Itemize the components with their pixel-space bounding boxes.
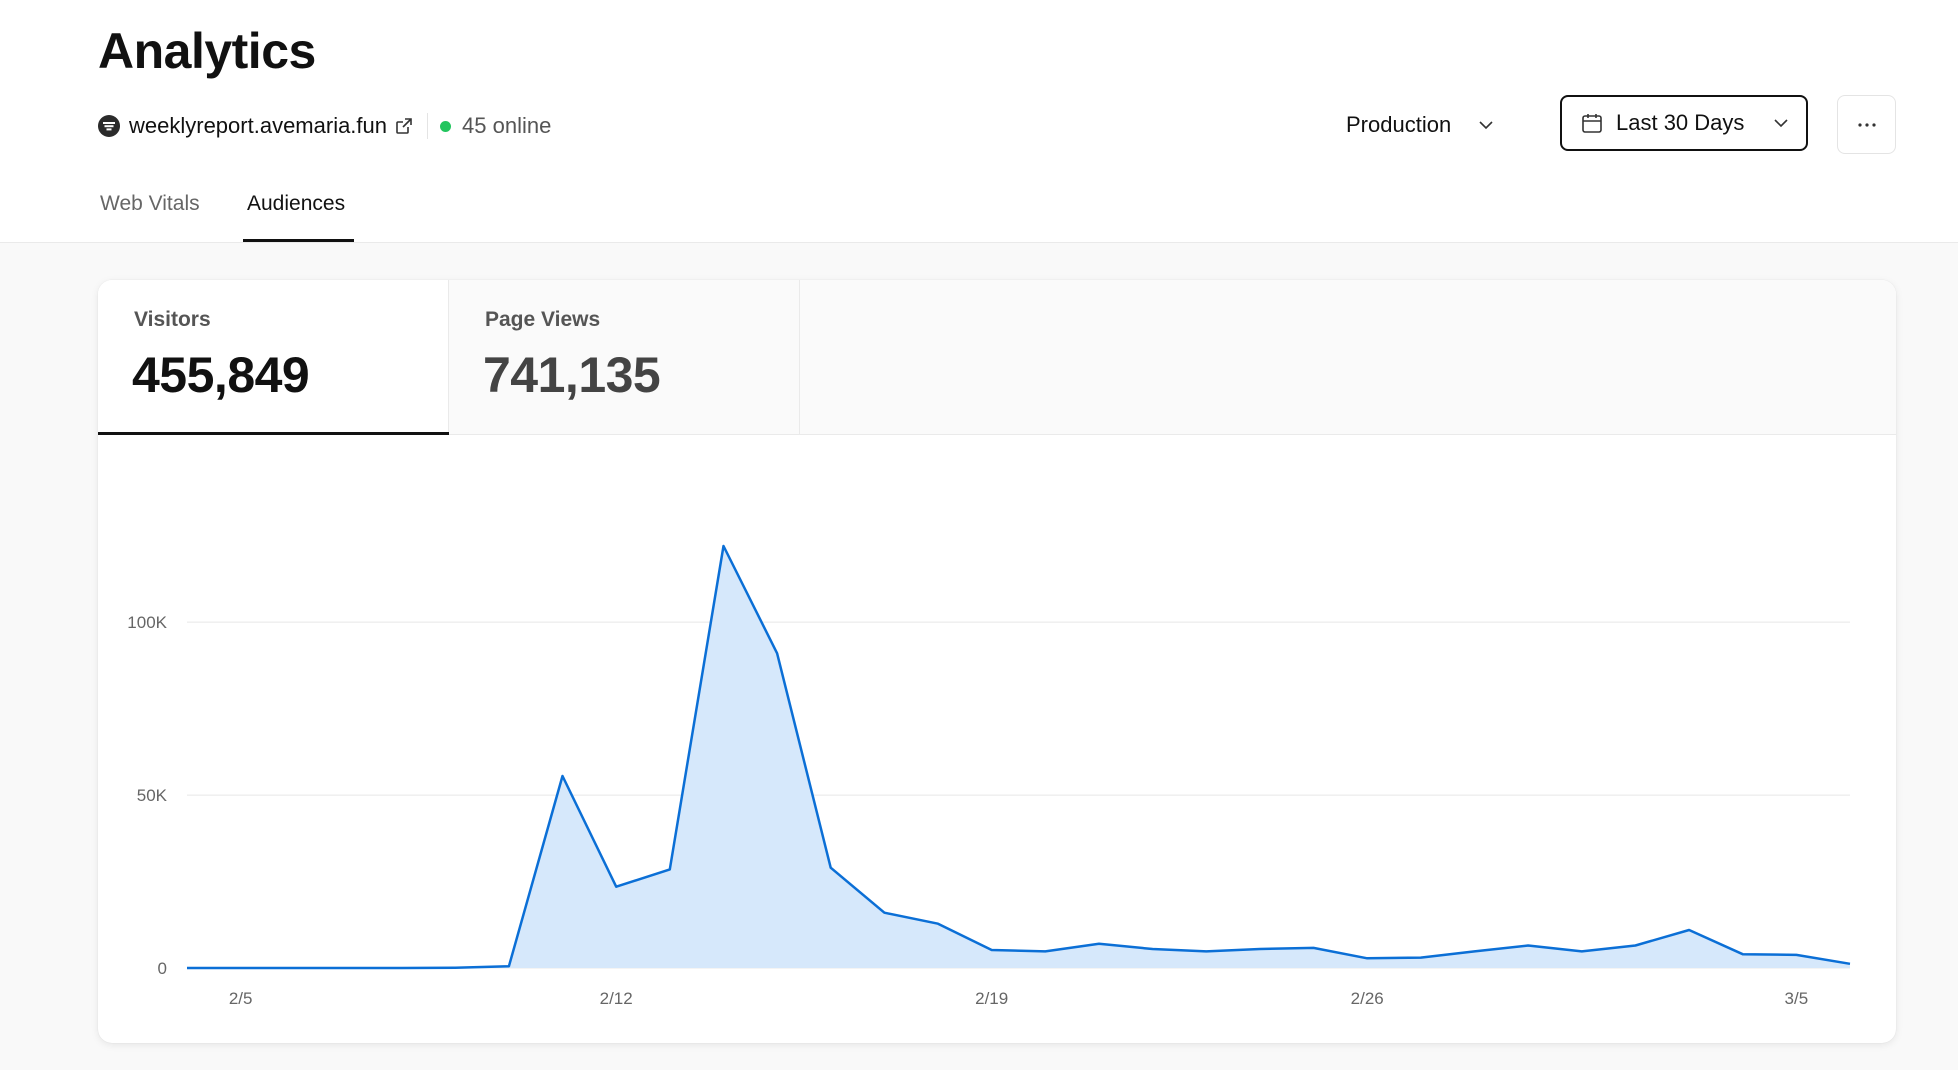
metric-value: 455,849 (132, 347, 310, 403)
more-horizontal-icon (1857, 122, 1876, 127)
metric-label: Page Views (485, 308, 601, 331)
x-tick-label: 2/5 (229, 989, 253, 1008)
metric-value: 741,135 (483, 347, 661, 403)
more-options-button[interactable] (1837, 95, 1896, 154)
y-tick-label: 100K (127, 613, 167, 632)
tab-audiences[interactable]: Audiences (247, 192, 345, 216)
y-tick-label: 50K (137, 786, 168, 805)
visitors-area-chart: 0 50K 100K 2/5 2/12 2/19 2/26 3/5 (127, 544, 1851, 1008)
online-count: 45 online (462, 113, 552, 138)
series-line (187, 544, 1851, 970)
online-status-dot (440, 120, 452, 132)
external-link-icon[interactable] (394, 116, 414, 136)
site-info: weeklyreport.avemaria.fun 45 online (97, 112, 551, 140)
site-favicon-icon (98, 115, 120, 137)
x-tick-label: 2/12 (600, 989, 633, 1008)
metrics-bar: Visitors 455,849 Page Views 741,135 (98, 280, 1896, 435)
date-range-label: Last 30 Days (1616, 110, 1745, 135)
chevron-down-icon (1774, 119, 1788, 128)
chevron-down-icon (1479, 121, 1493, 130)
analytics-card: Visitors 455,849 Page Views 741,135 0 50K… (98, 280, 1896, 1043)
environment-selected-label: Production (1346, 112, 1452, 137)
metric-tab-visitors[interactable]: Visitors 455,849 (98, 280, 449, 435)
date-range-select[interactable]: Last 30 Days (1560, 95, 1808, 151)
environment-select[interactable]: Production (1346, 97, 1495, 153)
metric-tab-page-views[interactable]: Page Views 741,135 (449, 280, 800, 434)
page-title: Analytics (98, 23, 316, 79)
x-tick-label: 2/19 (975, 989, 1008, 1008)
tab-web-vitals[interactable]: Web Vitals (100, 192, 200, 216)
x-tick-label: 3/5 (1785, 989, 1809, 1008)
page-header: Analytics weeklyreport.avemaria.fun 45 o… (0, 0, 1958, 243)
site-domain-link[interactable]: weeklyreport.avemaria.fun (129, 113, 387, 139)
y-tick-label: 0 (158, 959, 167, 978)
x-tick-label: 2/26 (1351, 989, 1384, 1008)
active-tab-indicator (243, 239, 354, 242)
calendar-icon (1582, 114, 1602, 133)
series-area (187, 546, 1850, 968)
divider (427, 113, 429, 139)
metric-label: Visitors (134, 308, 211, 331)
